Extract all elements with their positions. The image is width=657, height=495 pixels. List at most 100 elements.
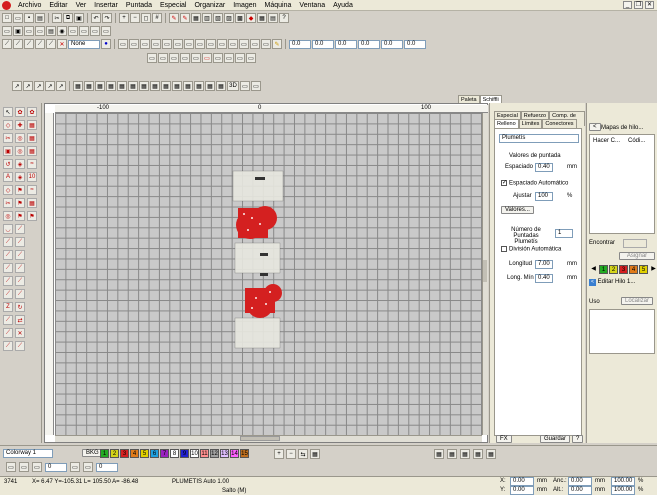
arr-g-icon[interactable]: ▭ <box>213 53 223 63</box>
tool-k-icon[interactable]: ? <box>279 13 289 23</box>
locate-button[interactable]: Localizar <box>621 297 654 305</box>
assign-button[interactable]: Asignar <box>619 252 655 260</box>
view-b-icon[interactable]: ▣ <box>13 26 23 36</box>
spacing-input[interactable]: 0.40 <box>535 163 553 172</box>
tool-r4c-icon[interactable]: ▦ <box>27 146 37 156</box>
edit-n-icon[interactable]: ▦ <box>161 81 171 91</box>
pos-y-input[interactable]: 0.0 <box>312 39 334 49</box>
far-chip-4[interactable]: 4 <box>629 265 638 274</box>
far-chip-2[interactable]: 2 <box>609 265 618 274</box>
tool-r8c-icon[interactable]: ▦ <box>27 198 37 208</box>
tab-conectores[interactable]: Conectores <box>542 119 577 128</box>
restore-icon[interactable]: ❐ <box>634 1 643 9</box>
find-input[interactable] <box>623 239 647 248</box>
arr-c-icon[interactable]: ▭ <box>169 53 179 63</box>
tool-r2a-icon[interactable]: ◇ <box>3 120 13 130</box>
num-stitches-input[interactable]: 1 <box>555 229 573 238</box>
bottom-zero-b[interactable]: 0 <box>96 462 118 472</box>
thread-list[interactable]: Hacer C... Códi... <box>589 134 655 234</box>
stitch-d-icon[interactable]: ⟋ <box>35 39 45 49</box>
scale-y-input[interactable]: 0.0 <box>404 39 426 49</box>
tool-r13b-icon[interactable]: ⟋ <box>15 263 25 273</box>
menu-especial[interactable]: Especial <box>156 2 190 9</box>
shape2-tool-icon[interactable]: ✿ <box>27 107 37 117</box>
tool-r8b-icon[interactable]: ⚑ <box>15 198 25 208</box>
br-a-icon[interactable]: ▦ <box>434 449 444 459</box>
tool-r14a-icon[interactable]: ⟋ <box>3 276 13 286</box>
align-d-icon[interactable]: ▭ <box>151 39 161 49</box>
view-j-icon[interactable]: ▭ <box>101 26 111 36</box>
add-color-icon[interactable]: + <box>274 449 284 459</box>
edit-i-icon[interactable]: ▦ <box>106 81 116 91</box>
tool-j-icon[interactable]: ▤ <box>268 13 278 23</box>
auto-div-checkbox[interactable] <box>501 246 507 252</box>
new-icon[interactable]: □ <box>2 13 12 23</box>
br-e-icon[interactable]: ▦ <box>486 449 496 459</box>
align-n-icon[interactable]: ▭ <box>261 39 271 49</box>
tool-r13a-icon[interactable]: ⟋ <box>3 263 13 273</box>
color-chip-3[interactable]: 3 <box>120 449 129 458</box>
tool-r17b-icon[interactable]: ⇄ <box>15 315 25 325</box>
color-props-icon[interactable]: ▦ <box>310 449 320 459</box>
tool-r9a-icon[interactable]: ◎ <box>3 211 13 221</box>
fx-button[interactable]: FX <box>496 435 512 443</box>
tool-d-icon[interactable]: ▥ <box>202 13 212 23</box>
pos-x-input[interactable]: 0.0 <box>289 39 311 49</box>
color-dot-icon[interactable]: ● <box>101 39 111 49</box>
edit-d-icon[interactable]: ↗ <box>45 81 55 91</box>
far-chip-5[interactable]: 5 <box>639 265 648 274</box>
thread-select[interactable]: None <box>68 39 100 49</box>
edit-s-icon[interactable]: ▦ <box>216 81 226 91</box>
cut-icon[interactable]: ✂ <box>52 13 62 23</box>
stitch-e-icon[interactable]: ⟋ <box>46 39 56 49</box>
close-icon[interactable]: ✕ <box>645 1 654 9</box>
col-hacer[interactable]: Hacer C... <box>593 138 620 144</box>
menu-ver[interactable]: Ver <box>72 2 91 9</box>
tool-f-icon[interactable]: ▨ <box>224 13 234 23</box>
arr-h-icon[interactable]: ▭ <box>224 53 234 63</box>
auto-div-row[interactable]: División Automática <box>501 246 561 253</box>
color-chip-10[interactable]: 10 <box>190 449 199 458</box>
zoom-out-icon[interactable]: − <box>130 13 140 23</box>
edit-t-icon[interactable]: ▭ <box>240 81 250 91</box>
chip-prev-icon[interactable]: ◀ <box>589 265 598 274</box>
remove-color-icon[interactable]: − <box>286 449 296 459</box>
color-chip-5[interactable]: 5 <box>140 449 149 458</box>
copy-icon[interactable]: ⧉ <box>63 13 73 23</box>
move-color-icon[interactable]: ⇆ <box>298 449 308 459</box>
tool-r4b-icon[interactable]: ◎ <box>15 146 25 156</box>
align-h-icon[interactable]: ▭ <box>195 39 205 49</box>
scale-y-pct[interactable]: 100.00 <box>611 486 635 495</box>
menu-insertar[interactable]: Insertar <box>90 2 122 9</box>
edit-j-icon[interactable]: ▦ <box>117 81 127 91</box>
minimize-icon[interactable]: _ <box>623 1 632 9</box>
edit-thread-icon[interactable]: < <box>589 279 596 286</box>
menu-ventana[interactable]: Ventana <box>295 2 329 9</box>
tool-c-icon[interactable]: ▦ <box>191 13 201 23</box>
shape-tool-icon[interactable]: ✿ <box>15 107 25 117</box>
align-k-icon[interactable]: ▭ <box>228 39 238 49</box>
tool-r15a-icon[interactable]: ⟋ <box>3 289 13 299</box>
stitch-a-icon[interactable]: ⟋ <box>2 39 12 49</box>
edit-h-icon[interactable]: ▦ <box>95 81 105 91</box>
tool-r18b-icon[interactable]: ✕ <box>15 328 25 338</box>
view-e-icon[interactable]: ▤ <box>46 26 56 36</box>
view-g-icon[interactable]: ▭ <box>68 26 78 36</box>
arr-j-icon[interactable]: ▭ <box>246 53 256 63</box>
size-w-input[interactable]: 0.0 <box>335 39 357 49</box>
view-d-icon[interactable]: ▭ <box>35 26 45 36</box>
menu-archivo[interactable]: Archivo <box>14 2 45 9</box>
edit-f-icon[interactable]: ▦ <box>73 81 83 91</box>
view-c-icon[interactable]: ▭ <box>24 26 34 36</box>
save-button[interactable]: Guardar <box>540 435 571 443</box>
align-a-icon[interactable]: ▭ <box>118 39 128 49</box>
tool-r19b-icon[interactable]: ⟋ <box>15 341 25 351</box>
align-f-icon[interactable]: ▭ <box>173 39 183 49</box>
edit-p-icon[interactable]: ▦ <box>183 81 193 91</box>
tool-r16b-icon[interactable]: ↻ <box>15 302 25 312</box>
far-chip-1[interactable]: 1 <box>599 265 608 274</box>
tool-r2c-icon[interactable]: ▦ <box>27 120 37 130</box>
auto-spacing-checkbox[interactable]: ✓ <box>501 180 507 186</box>
view-i-icon[interactable]: ▭ <box>90 26 100 36</box>
edit-q-icon[interactable]: ▦ <box>194 81 204 91</box>
